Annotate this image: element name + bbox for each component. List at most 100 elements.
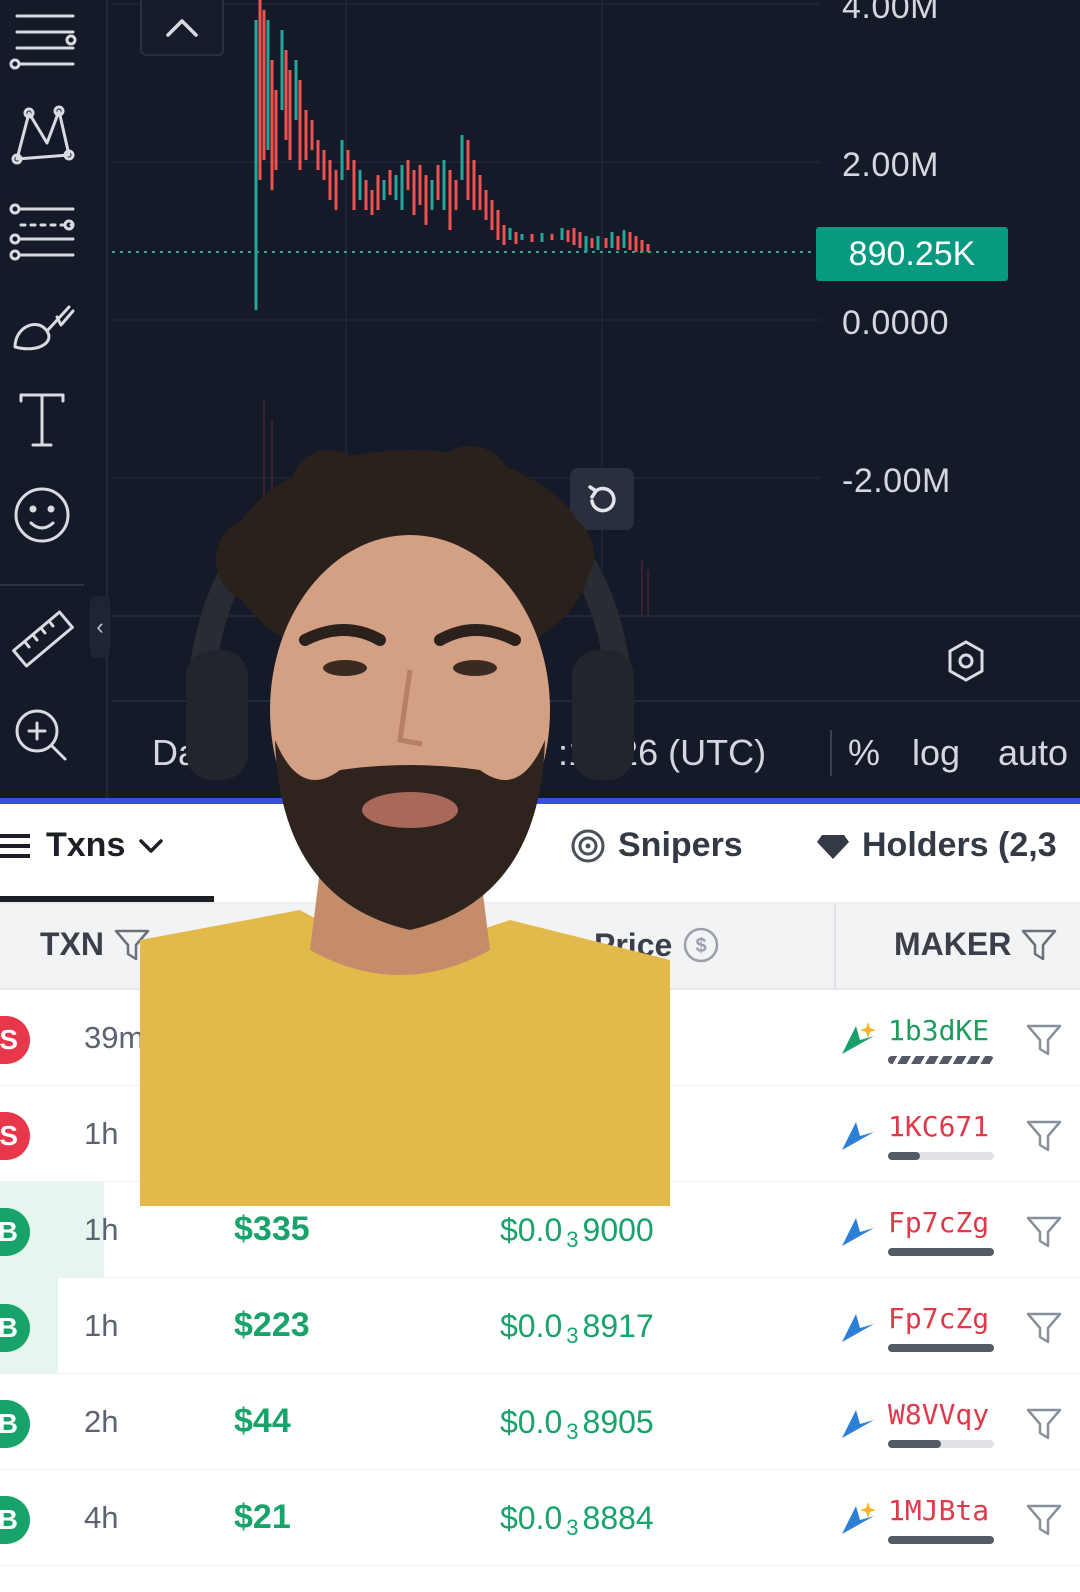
sell-badge: S [0, 1016, 30, 1064]
text-icon[interactable] [0, 384, 84, 454]
txn-header-label: TXN [40, 926, 104, 962]
chart-settings-icon[interactable] [944, 639, 988, 683]
emoji-icon[interactable] [0, 480, 84, 550]
txn-column-header[interactable]: TXN [40, 926, 150, 963]
maker-address[interactable]: Fp7cZg [888, 1206, 989, 1239]
wallet-icon [842, 1122, 874, 1150]
wallet-icon [842, 1410, 874, 1438]
price-column-header[interactable]: Price $ [594, 926, 720, 964]
brush-icon[interactable] [0, 294, 84, 364]
table-row[interactable]: B 1h $335 $0.0 3 9000 Fp7cZg [0, 1182, 1080, 1278]
price-digits: 8917 [582, 1308, 654, 1344]
price-axis[interactable]: 4.00M 2.00M 0.0000 -2.00M [820, 0, 1080, 615]
chevron-up-icon [166, 19, 198, 37]
table-row[interactable]: S 39m 1b3dKE [0, 990, 1080, 1086]
tab-holders[interactable]: Holders (2,3 [816, 826, 1057, 865]
auto-scale-toggle[interactable]: auto [998, 732, 1068, 774]
maker-cell[interactable]: 1KC671 [838, 1106, 998, 1166]
trade-price [500, 1020, 508, 1061]
trade-usd-value: $21 [234, 1498, 291, 1536]
maker-cell[interactable]: 1MJBta [838, 1490, 998, 1550]
tab-txns[interactable]: Txns [0, 826, 165, 865]
toolbar-divider [0, 584, 84, 586]
trade-age: 4h [84, 1500, 119, 1535]
maker-address[interactable]: 1b3dKE [888, 1014, 989, 1047]
tab-snipers[interactable]: Snipers [570, 826, 743, 865]
price-prefix: $0.0 [500, 1404, 563, 1440]
price-axis-label: 0.0000 [842, 304, 949, 342]
time-axis[interactable]: 11 [112, 615, 1080, 700]
table-row[interactable]: B 2h $44 $0.0 3 8905 W8VVqy [0, 1374, 1080, 1470]
sparkle-wallet-icon [842, 1022, 876, 1054]
maker-holding-bar [888, 1248, 994, 1256]
trade-price [500, 1116, 508, 1157]
maker-address[interactable]: 1MJBta [888, 1494, 989, 1527]
screen: ‹ 4.00M 2.00M 0.0000 -2.00M 890.25K 11 D… [0, 0, 1080, 1592]
price-digits: 8884 [582, 1500, 654, 1536]
filter-icon[interactable] [1024, 1500, 1064, 1540]
buy-badge: B [0, 1208, 30, 1256]
column-divider [834, 904, 836, 990]
table-row[interactable]: B 4h $21 $0.0 3 8884 1MJBta [0, 1470, 1080, 1566]
collapse-toolbar-button[interactable]: ‹ [90, 596, 110, 658]
filter-icon[interactable] [1024, 1308, 1064, 1348]
maker-holding-fill [888, 1152, 920, 1160]
date-range-button[interactable]: Da [152, 732, 198, 774]
price-axis-label: -2.00M [842, 462, 951, 500]
reset-chart-button[interactable] [570, 468, 634, 530]
maker-cell[interactable]: 1b3dKE [838, 1010, 998, 1070]
maker-address[interactable]: W8VVqy [888, 1398, 989, 1431]
ruler-icon[interactable] [0, 604, 84, 674]
price-zero-count: 3 [566, 1515, 579, 1540]
price-axis-label: 2.00M [842, 146, 939, 184]
table-row[interactable]: B 1h $223 $0.0 3 8917 Fp7cZg [0, 1278, 1080, 1374]
scroll-up-button[interactable] [140, 0, 224, 56]
percent-scale-toggle[interactable]: % [848, 732, 880, 774]
filter-icon[interactable] [1024, 1212, 1064, 1252]
trade-age: 2h [84, 1404, 119, 1439]
current-price-badge: 890.25K [816, 227, 1008, 281]
zoom-in-icon[interactable] [0, 700, 84, 770]
price-digits: 9000 [582, 1212, 654, 1248]
filter-icon[interactable] [1024, 1020, 1064, 1060]
price-zero-count: 3 [566, 1419, 579, 1444]
maker-cell[interactable]: W8VVqy [838, 1394, 998, 1454]
maker-holding-fill [888, 1056, 994, 1064]
price-plot[interactable] [112, 0, 820, 615]
pattern-icon[interactable] [0, 100, 84, 170]
maker-cell[interactable]: Fp7cZg [838, 1202, 998, 1262]
filter-icon[interactable] [1024, 1404, 1064, 1444]
filter-icon[interactable] [114, 928, 150, 962]
list-icon [0, 833, 30, 858]
buy-badge: B [0, 1304, 30, 1352]
menu-lines-icon[interactable] [0, 6, 84, 74]
active-tab-indicator [0, 896, 214, 902]
dollar-toggle-icon[interactable]: $ [682, 926, 720, 964]
filter-icon[interactable] [1024, 1116, 1064, 1156]
reset-icon [588, 485, 616, 513]
filter-icon[interactable] [1021, 928, 1057, 962]
utc-clock[interactable]: :19:26 (UTC) [558, 732, 766, 774]
trade-price: $0.0 3 8905 [500, 1404, 654, 1445]
maker-cell[interactable]: Fp7cZg [838, 1298, 998, 1358]
table-row[interactable]: S 1h 1KC671 [0, 1086, 1080, 1182]
maker-holding-bar [888, 1152, 994, 1160]
price-zero-count: 3 [566, 1227, 579, 1252]
maker-header-label: MAKER [894, 926, 1012, 962]
log-scale-toggle[interactable]: log [912, 732, 960, 774]
maker-address[interactable]: Fp7cZg [888, 1302, 989, 1335]
fib-icon[interactable] [0, 196, 84, 266]
chevron-left-icon: ‹ [96, 614, 104, 639]
trades-table-header: TXN Price $ MAKER [0, 904, 1080, 990]
maker-column-header[interactable]: MAKER [894, 926, 1057, 963]
trade-usd-value: $44 [234, 1402, 291, 1440]
price-digits: 8905 [582, 1404, 654, 1440]
candlestick-series [112, 0, 820, 615]
maker-address[interactable]: 1KC671 [888, 1110, 989, 1143]
wallet-icon [842, 1218, 874, 1246]
buy-badge: B [0, 1400, 30, 1448]
trade-price: $0.0 3 8884 [500, 1500, 654, 1541]
trade-age: 1h [84, 1116, 119, 1151]
drawing-toolbar: ‹ [0, 0, 110, 800]
sell-badge: S [0, 1112, 30, 1160]
